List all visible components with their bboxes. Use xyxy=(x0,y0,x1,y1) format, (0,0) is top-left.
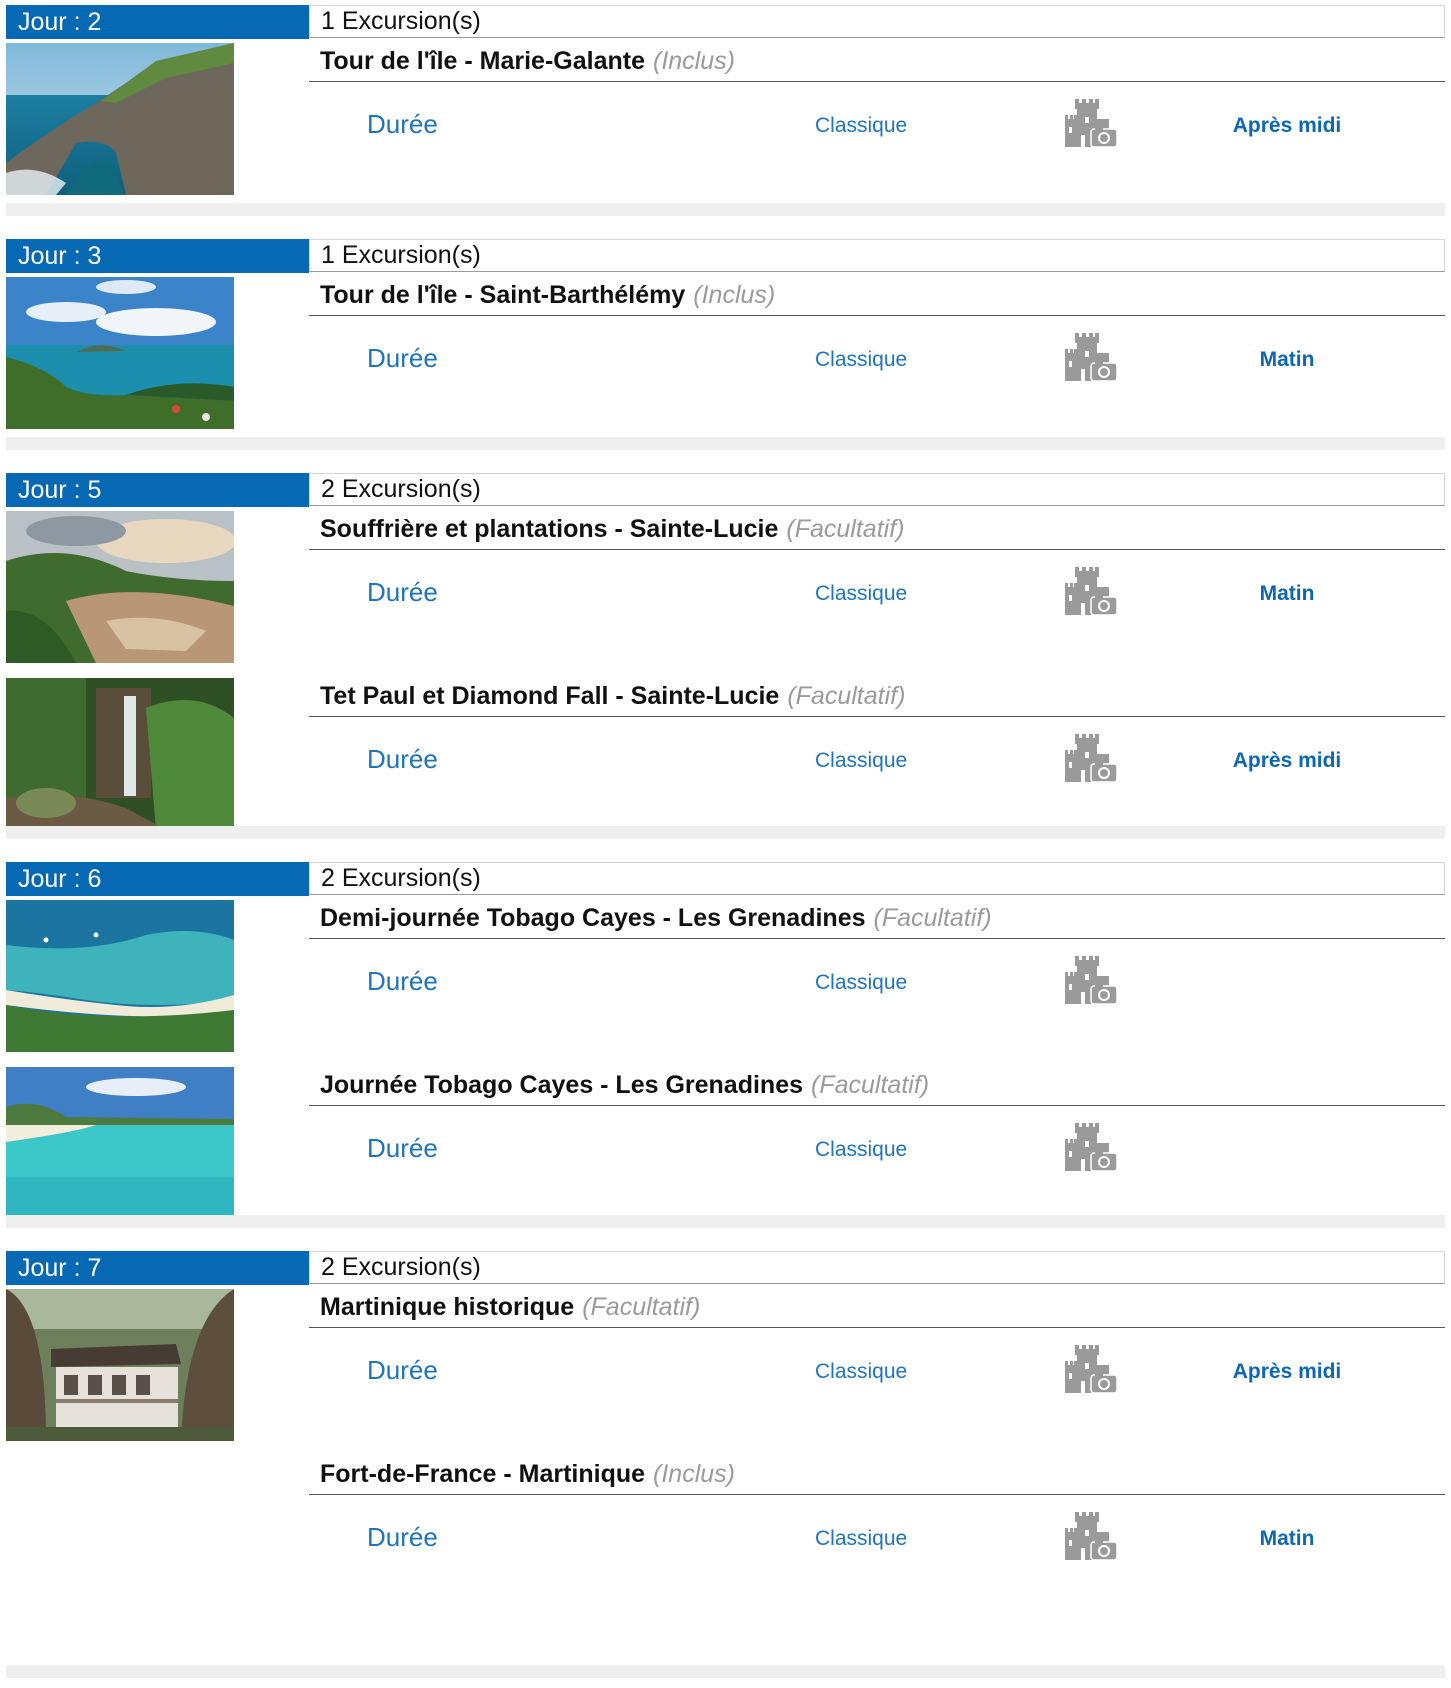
category-link[interactable]: Classique xyxy=(815,970,907,996)
excursion-tag: (Facultatif) xyxy=(873,904,992,932)
excursion-count: 1 Excursion(s) xyxy=(309,5,1445,38)
period-label: Après midi xyxy=(1232,1360,1342,1383)
day-block: Jour : 2 1 Excursion(s) Tour de l'île - … xyxy=(6,5,1445,206)
excursion-count: 2 Excursion(s) xyxy=(309,1251,1445,1284)
excursion-photo[interactable] xyxy=(6,900,234,1052)
day-block: Jour : 5 2 Excursion(s) Souffrière et pl… xyxy=(6,473,1445,841)
period-label: Après midi xyxy=(1232,114,1342,137)
day-block: Jour : 6 2 Excursion(s) Demi-journée Tob… xyxy=(6,862,1445,1230)
excursion-tag: (Facultatif) xyxy=(582,1293,701,1321)
period-label: Matin xyxy=(1259,1527,1315,1550)
day-label: Jour : 5 xyxy=(6,473,309,507)
day-block: Jour : 7 2 Excursion(s) Martinique histo… xyxy=(6,1251,1445,1619)
excursion-item: Tet Paul et Diamond Fall - Sainte-Lucie (… xyxy=(6,674,1445,841)
excursion-item: Souffrière et plantations - Sainte-Lucie… xyxy=(6,507,1445,674)
excursion-count: 2 Excursion(s) xyxy=(309,862,1445,895)
excursion-photo[interactable] xyxy=(6,511,234,663)
excursion-title: Journée Tobago Cayes - Les Grenadines (Fa… xyxy=(309,1067,1445,1106)
excursion-title: Souffrière et plantations - Sainte-Lucie… xyxy=(309,511,1445,550)
castle-camera-icon xyxy=(1063,333,1119,385)
excursion-list: Jour : 2 1 Excursion(s) Tour de l'île - … xyxy=(0,0,1451,1688)
excursion-tag: (Inclus) xyxy=(693,281,776,309)
excursion-name[interactable]: Tour de l'île - Saint-Barthélémy xyxy=(320,281,685,309)
excursion-name[interactable]: Demi-journée Tobago Cayes - Les Grenadin… xyxy=(320,904,866,932)
castle-camera-icon xyxy=(1063,99,1119,151)
category-link[interactable]: Classique xyxy=(815,1359,907,1385)
excursion-photo[interactable] xyxy=(6,678,234,830)
excursion-item: Tour de l'île - Marie-Galante (Inclus) Du… xyxy=(6,39,1445,206)
day-block: Jour : 3 1 Excursion(s) Tour de l'île - … xyxy=(6,239,1445,440)
category-link[interactable]: Classique xyxy=(815,581,907,607)
day-header: Jour : 5 2 Excursion(s) xyxy=(6,473,1445,507)
day-separator xyxy=(6,203,1445,216)
duration-link[interactable]: Durée xyxy=(367,744,438,774)
excursion-item: Journée Tobago Cayes - Les Grenadines (Fa… xyxy=(6,1063,1445,1230)
duration-link[interactable]: Durée xyxy=(367,1355,438,1385)
excursion-photo[interactable] xyxy=(6,1067,234,1219)
category-link[interactable]: Classique xyxy=(815,347,907,373)
castle-camera-icon xyxy=(1063,1512,1119,1564)
duration-link[interactable]: Durée xyxy=(367,343,438,373)
duration-link[interactable]: Durée xyxy=(367,577,438,607)
day-header: Jour : 6 2 Excursion(s) xyxy=(6,862,1445,896)
period-label: Après midi xyxy=(1232,749,1342,772)
excursion-title: Demi-journée Tobago Cayes - Les Grenadin… xyxy=(309,900,1445,939)
day-label: Jour : 3 xyxy=(6,239,309,273)
category-link[interactable]: Classique xyxy=(815,1526,907,1552)
excursion-title: Fort-de-France - Martinique (Inclus) xyxy=(309,1456,1445,1495)
excursion-tag: (Inclus) xyxy=(653,47,735,75)
castle-camera-icon xyxy=(1063,734,1119,786)
castle-camera-icon xyxy=(1063,1123,1119,1175)
day-separator xyxy=(6,437,1445,450)
excursion-photo[interactable] xyxy=(6,43,234,195)
day-label: Jour : 7 xyxy=(6,1251,309,1285)
day-header: Jour : 7 2 Excursion(s) xyxy=(6,1251,1445,1285)
period-label: Matin xyxy=(1259,582,1315,605)
excursion-tag: (Facultatif) xyxy=(786,515,905,543)
excursion-name[interactable]: Martinique historique xyxy=(320,1293,574,1321)
castle-camera-icon xyxy=(1063,956,1119,1008)
excursion-photo[interactable] xyxy=(6,1289,234,1441)
duration-link[interactable]: Durée xyxy=(367,109,438,139)
excursion-name[interactable]: Tet Paul et Diamond Fall - Sainte-Lucie xyxy=(320,682,779,710)
excursion-item: Demi-journée Tobago Cayes - Les Grenadin… xyxy=(6,896,1445,1063)
category-link[interactable]: Classique xyxy=(815,113,907,139)
excursion-name[interactable]: Tour de l'île - Marie-Galante xyxy=(320,47,645,75)
excursion-name[interactable]: Souffrière et plantations - Sainte-Lucie xyxy=(320,515,778,543)
day-header: Jour : 2 1 Excursion(s) xyxy=(6,5,1445,39)
duration-link[interactable]: Durée xyxy=(367,1133,438,1163)
excursion-title: Martinique historique (Facultatif) xyxy=(309,1289,1445,1328)
category-link[interactable]: Classique xyxy=(815,1137,907,1163)
excursion-tag: (Inclus) xyxy=(653,1460,735,1488)
excursion-item: Martinique historique (Facultatif) Durée … xyxy=(6,1285,1445,1452)
day-separator xyxy=(6,1665,1445,1678)
excursion-item: Fort-de-France - Martinique (Inclus) Duré… xyxy=(6,1452,1445,1619)
excursion-title: Tet Paul et Diamond Fall - Sainte-Lucie (… xyxy=(309,678,1445,717)
category-link[interactable]: Classique xyxy=(815,748,907,774)
excursion-count: 1 Excursion(s) xyxy=(309,239,1445,272)
excursion-title: Tour de l'île - Marie-Galante (Inclus) xyxy=(309,43,1445,82)
excursion-photo[interactable] xyxy=(6,277,234,429)
excursion-item: Tour de l'île - Saint-Barthélémy (Inclus)… xyxy=(6,273,1445,440)
castle-camera-icon xyxy=(1063,567,1119,619)
day-label: Jour : 6 xyxy=(6,862,309,896)
day-header: Jour : 3 1 Excursion(s) xyxy=(6,239,1445,273)
excursion-name[interactable]: Fort-de-France - Martinique xyxy=(320,1460,645,1488)
duration-link[interactable]: Durée xyxy=(367,966,438,996)
excursion-name[interactable]: Journée Tobago Cayes - Les Grenadines xyxy=(320,1071,803,1099)
duration-link[interactable]: Durée xyxy=(367,1522,438,1552)
day-separator xyxy=(6,1215,1445,1228)
period-label: Matin xyxy=(1259,348,1315,371)
excursion-tag: (Facultatif) xyxy=(787,682,906,710)
day-label: Jour : 2 xyxy=(6,5,309,39)
castle-camera-icon xyxy=(1063,1345,1119,1397)
excursion-tag: (Facultatif) xyxy=(811,1071,930,1099)
day-separator xyxy=(6,826,1445,839)
excursion-count: 2 Excursion(s) xyxy=(309,473,1445,506)
excursion-title: Tour de l'île - Saint-Barthélémy (Inclus) xyxy=(309,277,1445,316)
